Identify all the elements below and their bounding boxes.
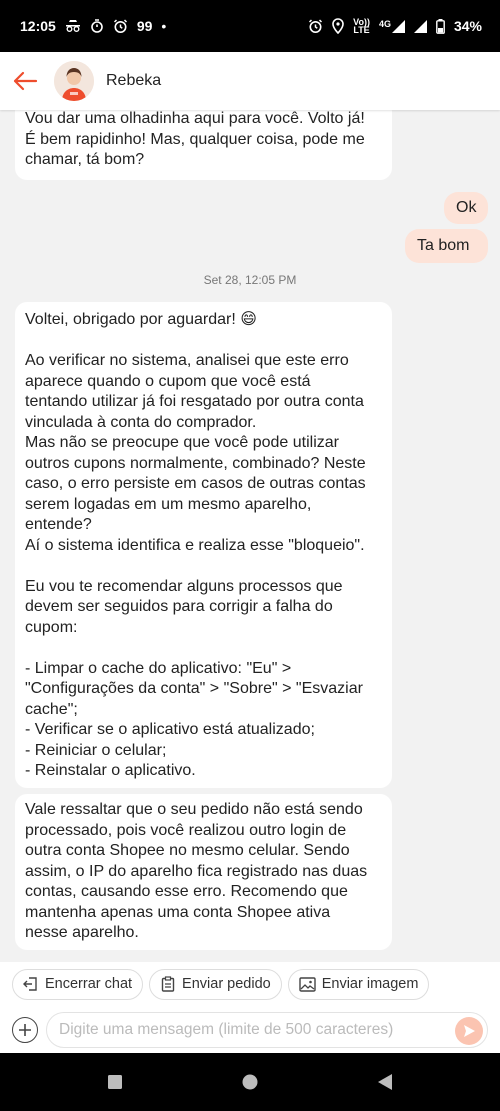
more-notifications-dot: • <box>161 18 167 34</box>
plus-circle-icon[interactable] <box>12 1016 38 1043</box>
volte-indicator: Vo)) LTE <box>353 18 370 35</box>
arrow-left-icon <box>13 71 38 91</box>
message-timestamp: Set 28, 12:05 PM <box>203 273 297 287</box>
send-order-button[interactable]: Enviar pedido <box>149 968 282 1000</box>
signal-icon <box>391 19 405 33</box>
signal-icon <box>413 19 427 33</box>
chat-header: Rebeka <box>0 52 500 110</box>
agent-avatar <box>54 61 94 101</box>
lte-label: LTE <box>353 25 370 35</box>
timer-icon <box>90 19 104 33</box>
composer: Digite uma mensagem (limite de 500 carac… <box>0 1006 500 1053</box>
recents-icon[interactable] <box>107 1074 123 1090</box>
alarm-icon <box>308 18 323 34</box>
message-outgoing: Ta bom <box>405 229 488 263</box>
send-image-label: Enviar imagem <box>321 976 419 992</box>
clipboard-icon <box>161 976 175 992</box>
incognito-icon <box>65 20 81 32</box>
message-incoming: Vou dar uma olhadinha aqui para você. Vo… <box>15 110 392 180</box>
send-button[interactable] <box>455 1016 483 1045</box>
send-image-button[interactable]: Enviar imagem <box>287 968 430 1000</box>
back-button[interactable] <box>0 52 50 110</box>
agent-name: Rebeka <box>106 72 162 89</box>
quick-actions-bar: Encerrar chat Enviar pedido Enviar image… <box>0 962 500 1006</box>
message-outgoing: Ok <box>444 192 488 224</box>
image-icon <box>299 976 316 992</box>
status-bar: 12:05 99 • Vo)) LTE 4G 34% <box>0 0 500 52</box>
exit-icon <box>23 977 37 991</box>
end-chat-label: Encerrar chat <box>45 976 133 992</box>
message-input[interactable]: Digite uma mensagem (limite de 500 carac… <box>46 1011 488 1048</box>
status-time: 12:05 <box>20 18 56 34</box>
location-icon <box>332 18 344 34</box>
back-nav-icon[interactable] <box>377 1073 393 1091</box>
message-incoming: Voltei, obrigado por aguardar! 😄 Ao veri… <box>15 302 392 788</box>
alarm-icon <box>113 18 128 34</box>
notification-count: 99 <box>136 18 153 34</box>
chat-messages: Vou dar uma olhadinha aqui para você. Vo… <box>0 110 500 962</box>
end-chat-button[interactable]: Encerrar chat <box>12 968 144 1000</box>
send-order-label: Enviar pedido <box>182 976 271 992</box>
system-nav-bar <box>0 1053 500 1111</box>
battery-percent: 34% <box>453 18 482 34</box>
message-input-placeholder: Digite uma mensagem (limite de 500 carac… <box>59 1020 394 1038</box>
signal-group: 4G <box>378 18 405 33</box>
message-incoming: Vale ressaltar que o seu pedido não está… <box>15 794 392 950</box>
send-icon <box>464 1024 475 1037</box>
network-type: 4G <box>378 18 391 29</box>
home-icon[interactable] <box>241 1073 259 1091</box>
battery-icon <box>436 18 445 34</box>
